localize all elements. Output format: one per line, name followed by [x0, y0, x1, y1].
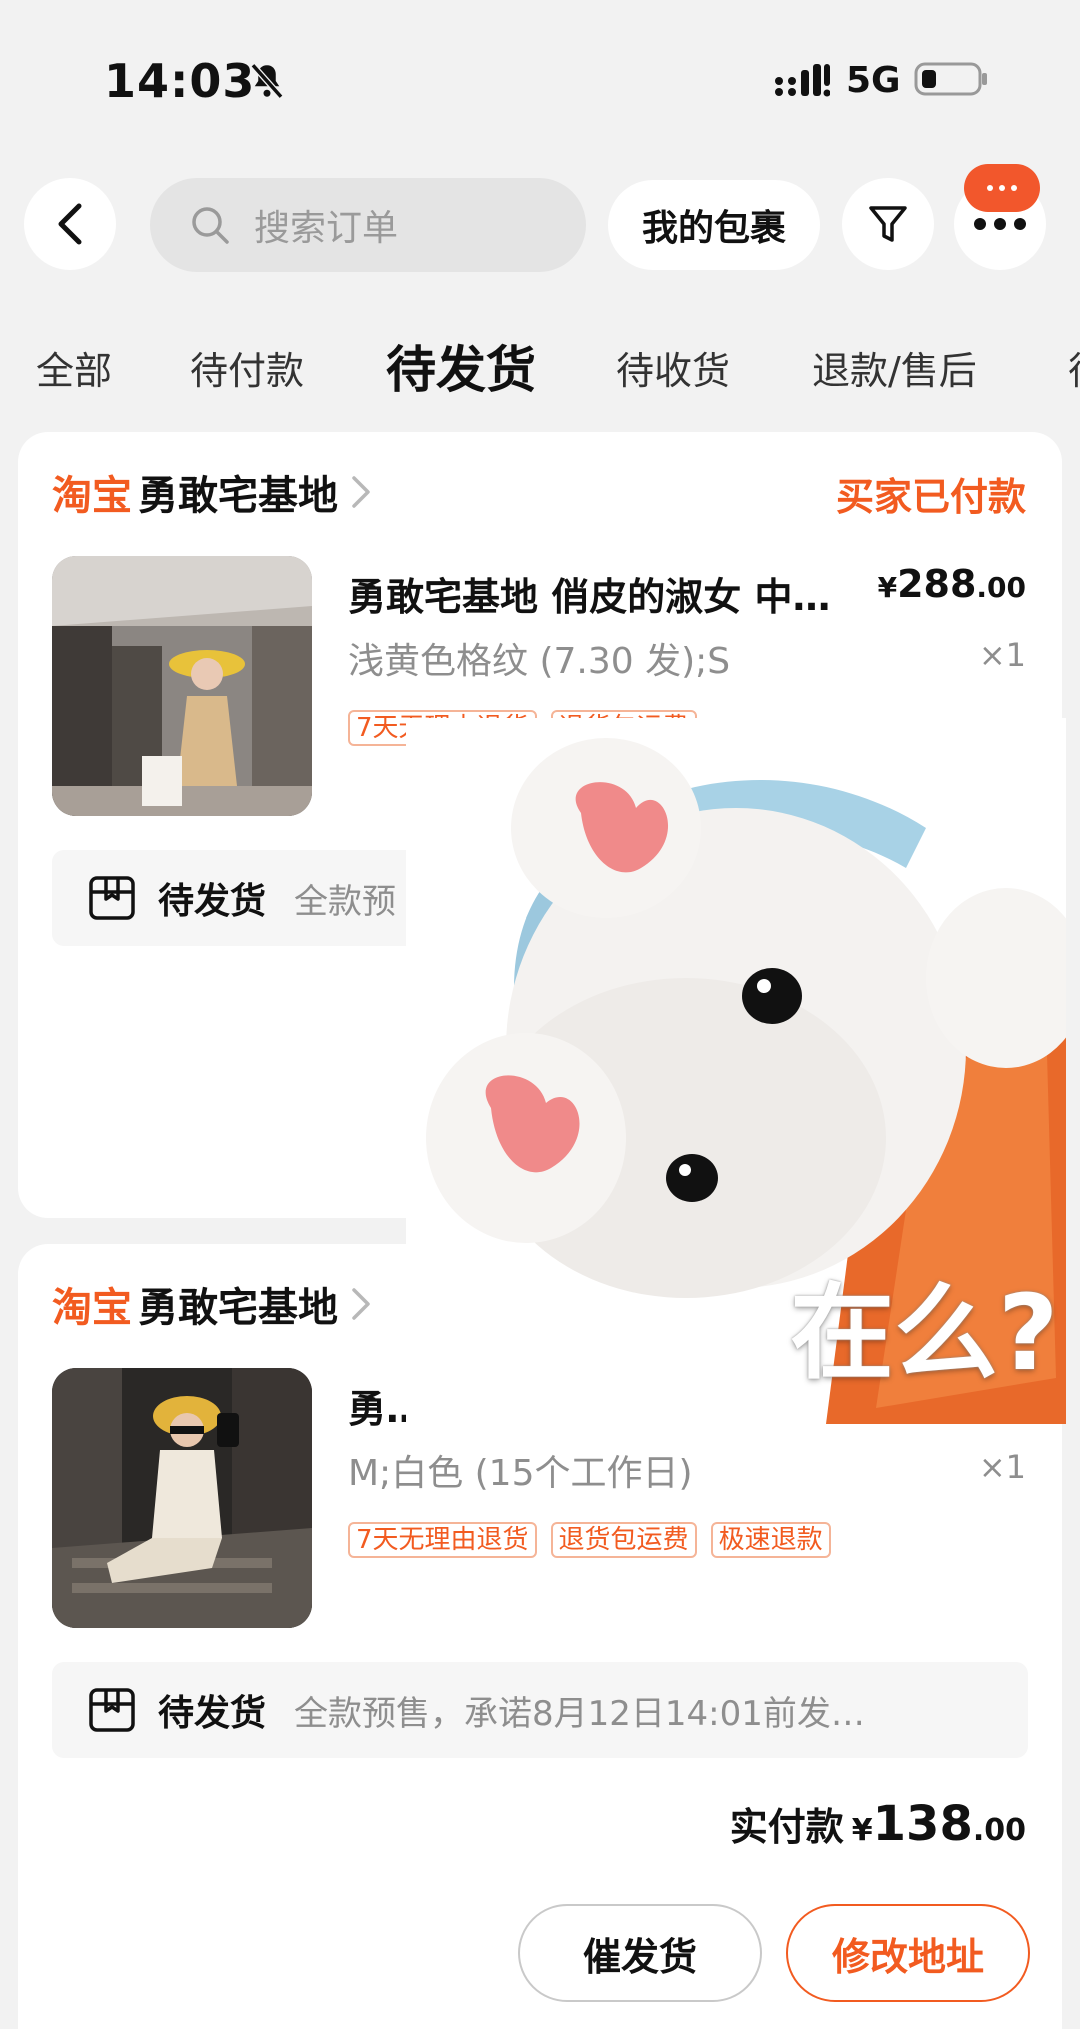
urge-shipment-button[interactable]: 催发货 — [518, 1904, 762, 2002]
signal-icon — [775, 64, 830, 97]
shipping-note: 全款预 — [294, 881, 397, 922]
battery-icon — [914, 62, 987, 96]
message-badge[interactable] — [964, 164, 1040, 212]
shipping-note: 全款预售，承诺8月12日14:01前发… — [294, 1693, 865, 1734]
shop-name: 勇敢宅基地 — [138, 473, 338, 519]
tab-pending-receipt[interactable]: 待收货 — [616, 340, 730, 395]
chevron-right-icon — [352, 1288, 370, 1320]
more-dots-icon — [974, 218, 1026, 230]
network-type: 5G — [846, 60, 901, 101]
product-quantity: ×1 — [978, 1448, 1026, 1486]
product-title[interactable]: 勇敢 — [348, 1378, 408, 1433]
sticker-image: 在么? — [406, 718, 1080, 1424]
status-time: 14:03 — [104, 54, 256, 108]
product-variant: M;白色 (15个工作日) — [348, 1453, 693, 1494]
search-icon — [192, 207, 229, 244]
tab-all[interactable]: 全部 — [36, 340, 112, 395]
search-input[interactable]: 搜索订单 — [150, 178, 586, 272]
tab-pending-payment[interactable]: 待付款 — [190, 340, 304, 395]
shipping-bar[interactable]: 待发货 全款预售，承诺8月12日14:01前发… — [52, 1662, 1028, 1758]
product-price: ¥288.00 — [877, 562, 1026, 606]
service-tag: 极速退款 — [710, 1522, 831, 1558]
order-status: 买家已付款 — [835, 475, 1026, 519]
filter-icon — [869, 206, 907, 242]
chevron-right-icon — [352, 476, 370, 508]
shop-name: 勇敢宅基地 — [138, 1285, 338, 1331]
product-image[interactable] — [52, 1368, 312, 1628]
package-icon — [89, 876, 135, 920]
product-image[interactable] — [52, 556, 312, 816]
my-parcels-button[interactable]: 我的包裹 — [608, 180, 820, 270]
amount-paid: 实付款 ¥138.00 — [729, 1796, 1026, 1852]
service-tag: 退货包运费 — [550, 1522, 697, 1558]
bell-muted-icon — [250, 63, 284, 99]
shop-row[interactable]: 淘宝 勇敢宅基地 — [52, 462, 372, 522]
service-tag: 7天无理由退货 — [348, 1522, 537, 1558]
service-tags: 7天无理由退货 退货包运费 极速退款 — [348, 1522, 831, 1558]
product-quantity: ×1 — [978, 636, 1026, 674]
status-bar: 14:03 5G — [0, 0, 1080, 150]
package-icon — [89, 1688, 135, 1732]
order-tabs: 全部 待付款 待发货 待收货 退款/售后 待 — [0, 320, 1080, 410]
tab-pending-shipment[interactable]: 待发货 — [386, 330, 536, 402]
platform-label: 淘宝 — [52, 473, 132, 519]
shipping-status: 待发货 — [158, 1693, 267, 1734]
sticker-caption: 在么? — [790, 1272, 1059, 1394]
search-placeholder: 搜索订单 — [254, 208, 399, 249]
modify-address-button[interactable]: 修改地址 — [786, 1904, 1030, 2002]
back-button[interactable] — [24, 178, 116, 270]
product-variant: 浅黄色格纹 (7.30 发);S — [348, 641, 731, 682]
shop-row[interactable]: 淘宝 勇敢宅基地 — [52, 1274, 372, 1334]
product-title[interactable]: 勇敢宅基地 俏皮的淑女 中… — [348, 566, 878, 621]
platform-label: 淘宝 — [52, 1285, 132, 1331]
tab-refund-aftersale[interactable]: 退款/售后 — [812, 340, 977, 395]
shipping-status: 待发货 — [158, 881, 267, 922]
chevron-left-icon — [58, 203, 82, 245]
tab-more[interactable]: 待 — [1068, 340, 1080, 395]
filter-button[interactable] — [842, 178, 934, 270]
